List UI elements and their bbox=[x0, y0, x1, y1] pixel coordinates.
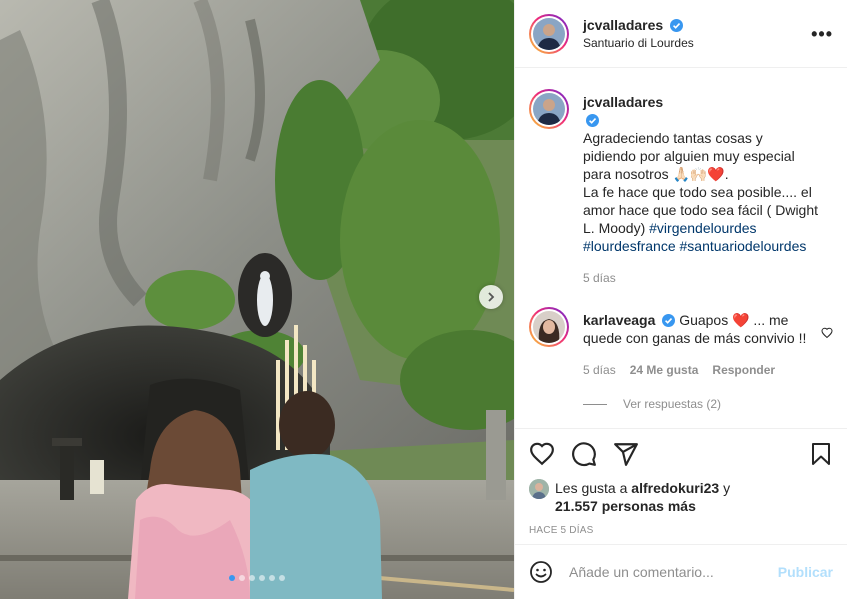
caption-username[interactable]: jcvalladares bbox=[583, 94, 663, 110]
post-photo[interactable] bbox=[0, 0, 514, 599]
carousel-dot bbox=[249, 575, 255, 581]
liker-avatar[interactable] bbox=[529, 479, 549, 499]
emoji-icon[interactable] bbox=[529, 560, 553, 584]
comment-timestamp[interactable]: 5 días bbox=[583, 361, 616, 379]
comment-likes-count[interactable]: 24 Me gusta bbox=[630, 361, 699, 379]
reply-button[interactable]: Responder bbox=[712, 361, 775, 379]
comment-username[interactable]: karlaveaga bbox=[583, 312, 655, 328]
carousel-next-button[interactable] bbox=[479, 285, 503, 309]
post-side-panel: jcvalladares Santuario di Lourdes ••• jc… bbox=[514, 0, 847, 599]
comment-item: karlaveaga Guapos ❤️ ... me quede con ga… bbox=[529, 287, 833, 379]
liker-photo bbox=[529, 479, 549, 499]
carousel-dot bbox=[259, 575, 265, 581]
post-timestamp[interactable]: Hace 5 días bbox=[529, 525, 833, 536]
publish-button[interactable]: Publicar bbox=[778, 564, 833, 580]
author-photo bbox=[533, 17, 565, 50]
liker-username[interactable]: alfredokuri23 bbox=[631, 480, 719, 496]
add-comment-bar: Añade un comentario... Publicar bbox=[515, 544, 847, 599]
caption-timestamp[interactable]: 5 días bbox=[583, 269, 616, 287]
post-location[interactable]: Santuario di Lourdes bbox=[583, 36, 694, 50]
post-actions: Les gusta a alfredokuri23 y 21.557 perso… bbox=[515, 428, 847, 536]
carousel-dot bbox=[279, 575, 285, 581]
heart-icon[interactable] bbox=[529, 441, 555, 467]
author-photo bbox=[533, 93, 565, 125]
comments-list: jcvalladares Agradeciendo tantas cosas y… bbox=[515, 69, 847, 427]
carousel-dot bbox=[269, 575, 275, 581]
carousel-indicator bbox=[0, 575, 514, 581]
likes-connector: y bbox=[723, 480, 731, 496]
author-avatar[interactable] bbox=[529, 89, 569, 129]
author-avatar[interactable] bbox=[529, 13, 569, 54]
chevron-right-icon bbox=[488, 292, 495, 302]
likes-prefix: Les gusta a bbox=[555, 480, 628, 496]
hashtag-link[interactable]: #virgendelourdes bbox=[649, 220, 756, 236]
commenter-photo bbox=[533, 311, 565, 343]
likes-count[interactable]: 21.557 personas más bbox=[555, 498, 696, 514]
commenter-avatar[interactable] bbox=[529, 307, 569, 347]
author-username[interactable]: jcvalladares bbox=[583, 17, 663, 33]
comment-icon[interactable] bbox=[571, 441, 597, 467]
verified-badge-icon bbox=[586, 114, 599, 127]
commenter-avatar[interactable] bbox=[529, 425, 569, 427]
post-header: jcvalladares Santuario di Lourdes ••• bbox=[515, 0, 847, 68]
carousel-dot bbox=[229, 575, 235, 581]
comment-item: alemurguia ❤️🙏 bbox=[529, 405, 833, 427]
hashtag-link[interactable]: #santuariodelourdes bbox=[680, 238, 807, 254]
verified-badge-icon bbox=[662, 314, 676, 327]
likes-summary: Les gusta a alfredokuri23 y 21.557 perso… bbox=[529, 479, 833, 515]
more-options-icon[interactable]: ••• bbox=[811, 24, 833, 45]
post-caption: jcvalladares Agradeciendo tantas cosas y… bbox=[529, 69, 833, 287]
carousel-dot bbox=[239, 575, 245, 581]
comment-input[interactable]: Añade un comentario... bbox=[569, 564, 778, 580]
verified-badge-icon bbox=[670, 19, 684, 32]
hashtag-link[interactable]: #lourdesfrance bbox=[583, 238, 676, 254]
like-comment-heart-icon[interactable] bbox=[821, 327, 833, 339]
bookmark-icon[interactable] bbox=[809, 441, 833, 467]
grotto-photo-illustration bbox=[0, 0, 514, 599]
share-icon[interactable] bbox=[613, 441, 639, 467]
